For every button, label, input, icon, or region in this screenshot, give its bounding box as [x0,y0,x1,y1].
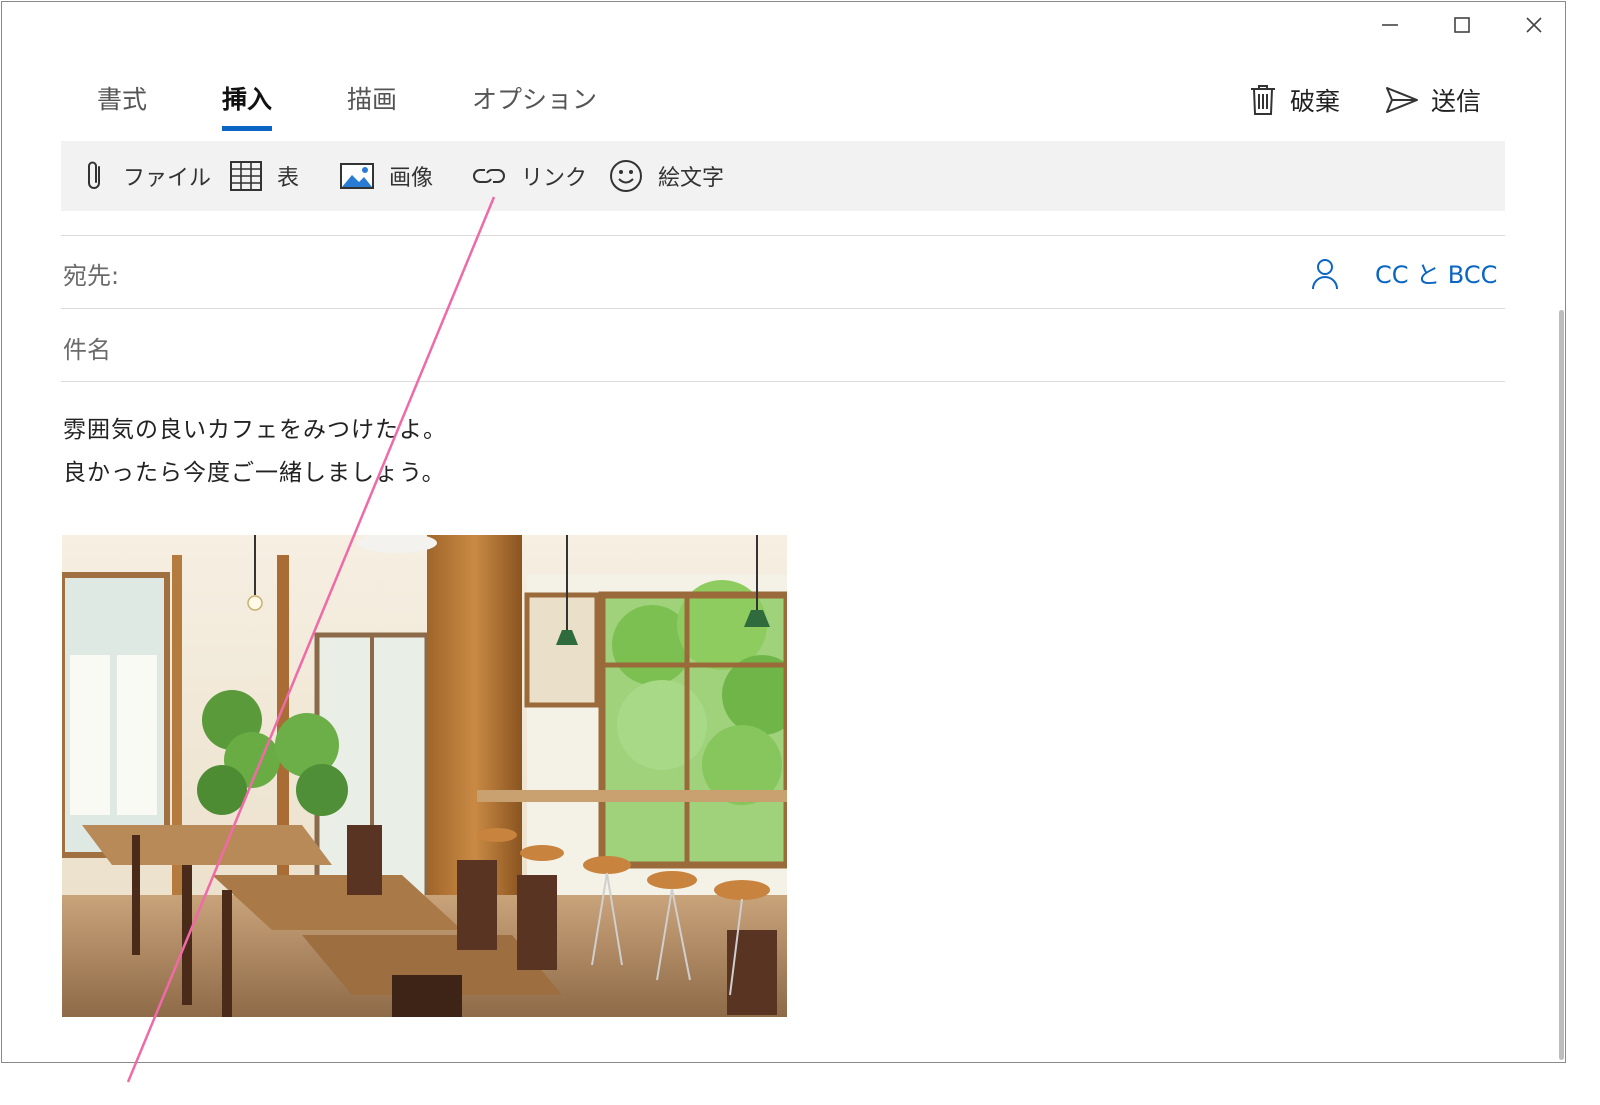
message-line-1[interactable]: 雰囲気の良いカフェをみつけたよ。 [63,410,447,444]
tab-draw-label: 描画 [347,85,398,114]
inline-image[interactable] [62,535,787,1017]
cafe-photo [62,535,787,1017]
active-tab-indicator [222,126,273,131]
tab-format[interactable]: 書式 [97,80,147,136]
person-icon [1312,259,1338,290]
tab-draw[interactable]: 描画 [347,80,397,136]
message-line-2[interactable]: 良かったら今度ご一緒しましょう。 [63,453,446,487]
insert-link-button[interactable]: リンク [471,157,587,195]
close-button[interactable] [1514,10,1554,40]
minimize-icon [1382,24,1398,26]
link-icon [473,169,505,183]
close-icon [1526,17,1542,33]
smiley-icon [610,160,642,192]
vertical-scrollbar[interactable] [1559,310,1564,1060]
send-button[interactable]: 送信 [1385,78,1481,122]
send-icon [1386,87,1418,113]
tab-options-label: オプション [472,85,598,114]
insert-command-bar: ファイル 表 画像 リンク 絵文字 [61,141,1505,211]
tab-insert-label: 挿入 [222,85,273,114]
table-label: 表 [277,166,300,191]
table-icon [230,161,262,191]
image-icon [340,163,374,189]
divider [61,235,1505,236]
minimize-button[interactable] [1370,10,1410,40]
cc-bcc-link[interactable]: CC と BCC [1375,255,1497,290]
emoji-label: 絵文字 [658,166,725,191]
image-label: 画像 [389,166,434,191]
tab-insert[interactable]: 挿入 [222,80,273,136]
discard-label: 破棄 [1290,87,1341,116]
to-field[interactable]: 宛先: [63,256,119,291]
divider [61,308,1505,309]
maximize-icon [1454,17,1470,33]
tab-options[interactable]: オプション [472,80,597,136]
insert-image-button[interactable]: 画像 [339,157,433,195]
tab-format-label: 書式 [97,85,148,114]
trash-icon [1251,85,1275,115]
paperclip-icon [88,161,100,189]
maximize-button[interactable] [1442,10,1482,40]
file-label: ファイル [123,166,212,191]
discard-button[interactable]: 破棄 [1248,78,1340,122]
link-label: リンク [521,166,588,191]
insert-emoji-button[interactable]: 絵文字 [608,157,724,195]
divider [61,381,1505,382]
subject-field[interactable]: 件名 [63,330,111,365]
insert-table-button[interactable]: 表 [229,157,299,195]
send-label: 送信 [1431,87,1482,116]
insert-file-button[interactable]: ファイル [81,157,211,195]
contacts-button[interactable] [1305,254,1345,294]
